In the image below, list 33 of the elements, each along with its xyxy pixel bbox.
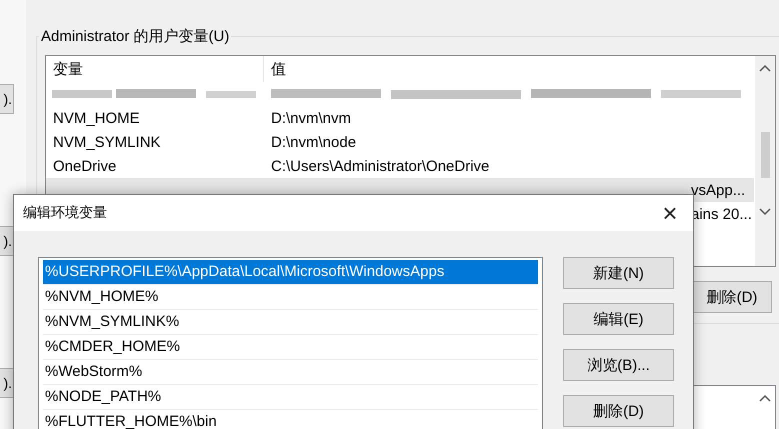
list-row[interactable]: NVM_HOME D:\nvm\nvm <box>46 106 754 130</box>
dialog-button[interactable]: 新建(N) <box>563 257 674 289</box>
dialog-button[interactable]: 编辑(E) <box>563 303 674 335</box>
group-title: Administrator 的用户变量(U) <box>39 27 232 46</box>
partial-button[interactable]: ). <box>0 368 14 398</box>
table-cell-text: NVM_SYMLINK <box>52 134 162 150</box>
dialog-button[interactable]: 浏览(B)... <box>563 349 674 381</box>
path-list-item[interactable]: %WebStorm% <box>43 360 538 385</box>
table-cell-text: NVM_HOME <box>52 110 141 126</box>
scroll-up-icon[interactable] <box>759 64 771 72</box>
column-header[interactable]: 变量 <box>46 56 264 82</box>
scroll-down-icon[interactable] <box>759 208 771 216</box>
path-list-item[interactable]: %FLUTTER_HOME%\bin <box>43 410 538 429</box>
path-list-item[interactable]: %USERPROFILE%\AppData\Local\Microsoft\WindowsApps <box>43 260 538 285</box>
list-row[interactable]: NVM_SYMLINK D:\nvm\node <box>46 130 754 154</box>
table-cell-text: D:\nvm\nvm <box>270 110 352 126</box>
delete-button[interactable]: 删除(D) <box>692 281 772 313</box>
path-list-item[interactable]: %NODE_PATH% <box>43 385 538 410</box>
scrollbar-thumb[interactable] <box>760 132 770 178</box>
path-list-item[interactable]: %NVM_HOME% <box>43 285 538 310</box>
table-cell-text: D:\nvm\node <box>270 134 356 150</box>
partial-button[interactable]: ). <box>0 226 14 256</box>
table-cell: vsApp... <box>691 182 746 198</box>
column-header[interactable]: 值 <box>264 56 286 82</box>
table-cell-text: C:\Users\Administrator\OneDrive <box>270 158 490 174</box>
partial-button[interactable]: ). <box>0 84 14 114</box>
scroll-up-icon[interactable] <box>759 394 771 402</box>
path-list-item[interactable]: %NVM_SYMLINK% <box>43 310 538 335</box>
path-list-item[interactable]: %CMDER_HOME% <box>43 335 538 360</box>
list-row[interactable]: OneDrive C:\Users\Administrator\OneDrive <box>46 154 754 178</box>
dialog-title: 编辑环境变量 <box>23 204 107 222</box>
table-cell-text: OneDrive <box>52 158 118 174</box>
dialog-button[interactable]: 删除(D) <box>563 395 674 427</box>
